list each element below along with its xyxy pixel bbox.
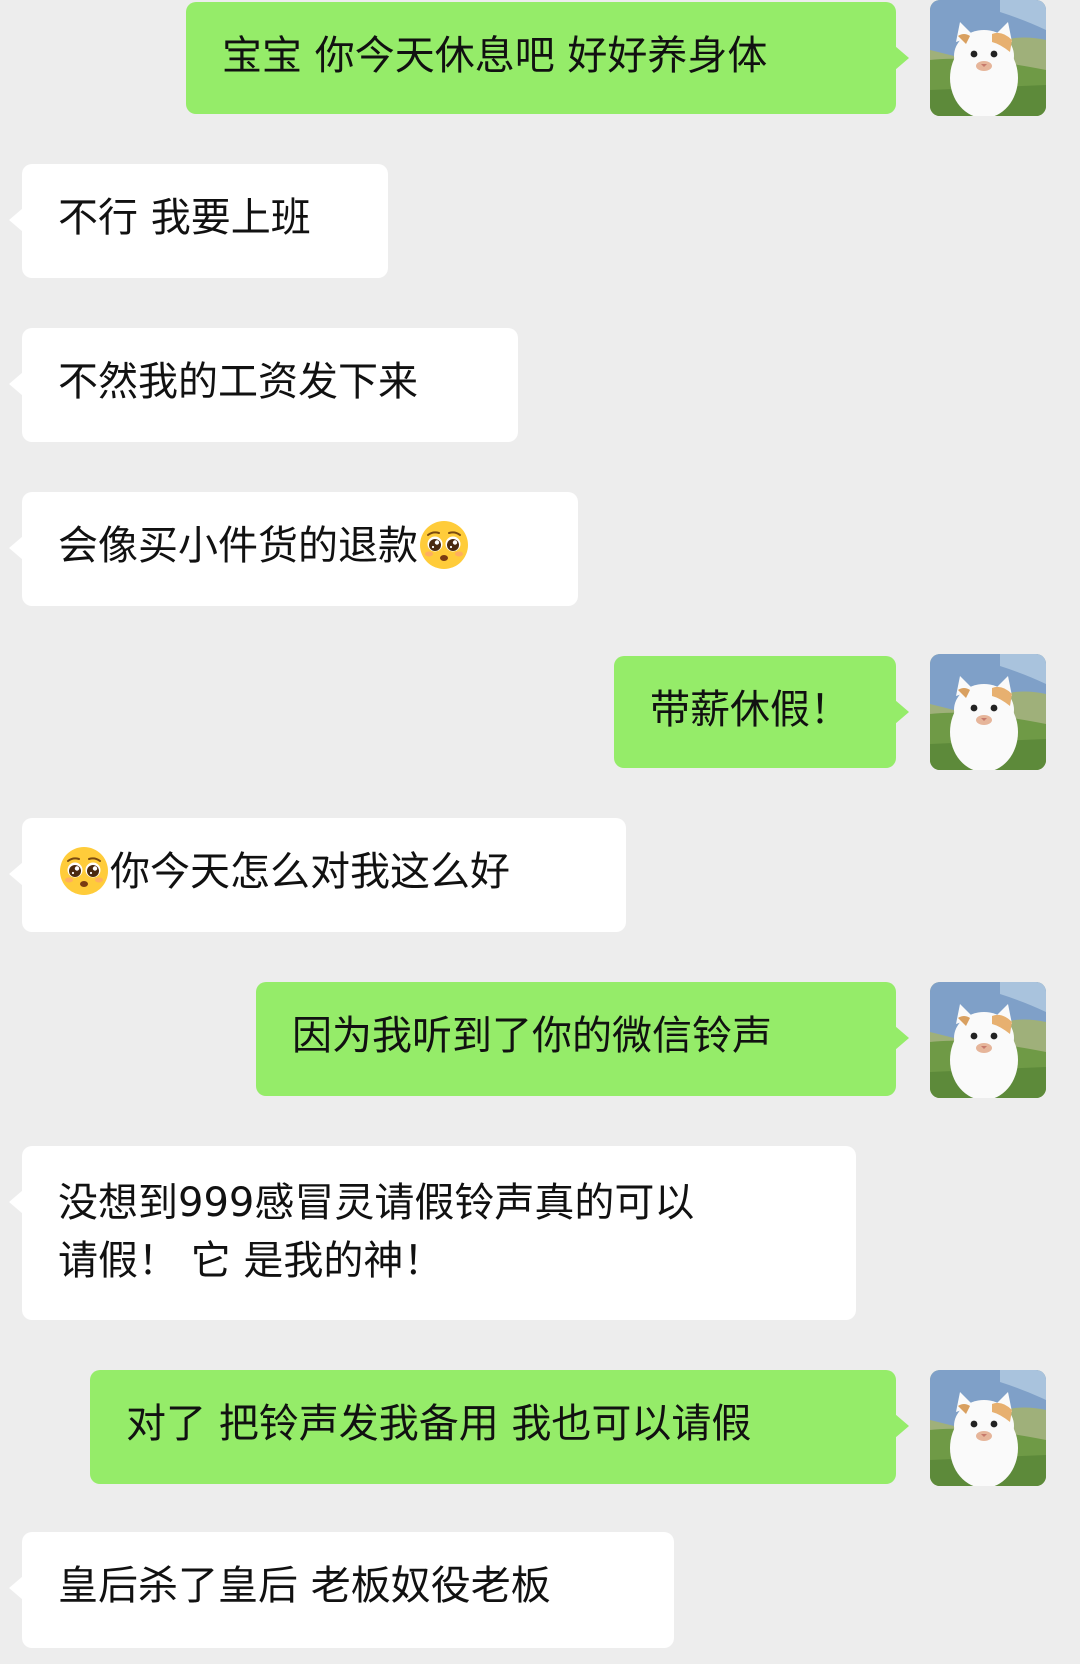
chat-bubble-incoming[interactable]: 不行 我要上班 xyxy=(9,164,388,278)
chat-bubble-incoming[interactable]: 你今天怎么对我这么好 xyxy=(9,818,626,932)
chat-bubble-incoming[interactable]: 不然我的工资发下来 xyxy=(9,328,518,442)
message-text-line: 没想到999感冒灵请假铃声真的可以 xyxy=(58,1180,695,1226)
message-text: 带薪休假！ xyxy=(650,687,850,733)
cat-avatar-icon xyxy=(930,654,1046,770)
pleading-face-emoji-icon xyxy=(58,845,110,897)
message-text: 宝宝 你今天休息吧 好好养身体 xyxy=(222,33,768,79)
chat-bubble-incoming[interactable]: 会像买小件货的退款 xyxy=(9,492,578,606)
cat-avatar-icon xyxy=(930,982,1046,1098)
my-avatar[interactable] xyxy=(930,0,1046,116)
message-text: 对了 把铃声发我备用 我也可以请假 xyxy=(126,1401,752,1447)
chat-bubble-incoming[interactable]: 没想到999感冒灵请假铃声真的可以 请假！ 它 是我的神！ xyxy=(9,1146,856,1320)
chat-bubble-outgoing[interactable]: 因为我听到了你的微信铃声 xyxy=(256,982,909,1096)
pleading-face-emoji-icon xyxy=(418,519,470,571)
chat-bubble-outgoing[interactable]: 宝宝 你今天休息吧 好好养身体 xyxy=(186,2,909,114)
message-text: 会像买小件货的退款 xyxy=(58,523,418,569)
cat-avatar-icon xyxy=(930,1370,1046,1486)
my-avatar[interactable] xyxy=(930,1370,1046,1486)
message-text-line: 请假！ 它 是我的神！ xyxy=(58,1238,444,1284)
chat-bubble-incoming[interactable]: 皇后杀了皇后 老板奴役老板 xyxy=(9,1532,674,1648)
message-text: 你今天怎么对我这么好 xyxy=(110,849,510,895)
chat-bubble-outgoing[interactable]: 对了 把铃声发我备用 我也可以请假 xyxy=(90,1370,909,1484)
message-text: 皇后杀了皇后 老板奴役老板 xyxy=(58,1563,551,1609)
my-avatar[interactable] xyxy=(930,654,1046,770)
cat-avatar-icon xyxy=(930,0,1046,116)
my-avatar[interactable] xyxy=(930,982,1046,1098)
message-text: 不然我的工资发下来 xyxy=(58,359,418,405)
message-text: 因为我听到了你的微信铃声 xyxy=(292,1013,772,1059)
chat-bubble-outgoing[interactable]: 带薪休假！ xyxy=(614,656,909,768)
message-text: 不行 我要上班 xyxy=(58,195,311,241)
